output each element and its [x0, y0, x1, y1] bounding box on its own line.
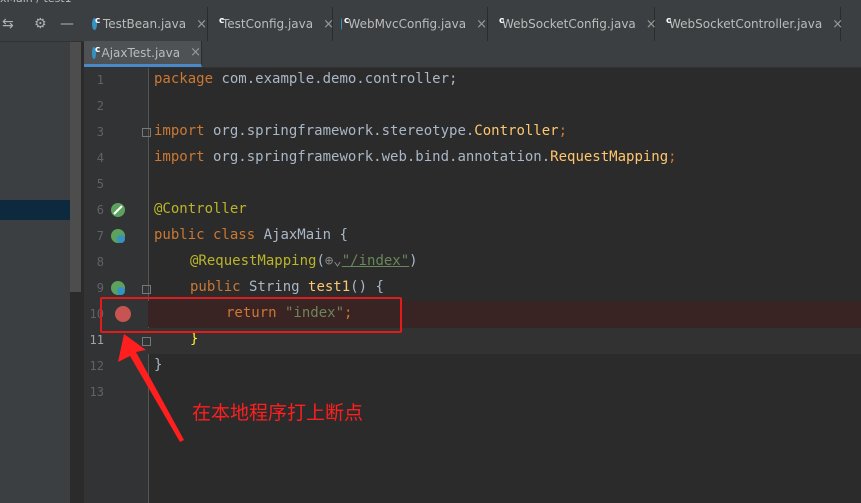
- code-line-3[interactable]: import org.springframework.stereotype.Co…: [154, 123, 567, 139]
- breadcrumb-item[interactable]: xMain: [0, 0, 33, 5]
- line-number: 11: [89, 333, 104, 347]
- tab-testbean[interactable]: TestBean.java ×: [84, 7, 208, 41]
- code-text: org.springframework.web.bind.annotation.: [204, 149, 551, 165]
- class-icon: [341, 16, 353, 30]
- tab-webmvcconfig[interactable]: WebMvcConfig.java ×: [333, 7, 488, 41]
- method-name: test1: [308, 279, 351, 295]
- line-number: 3: [96, 125, 104, 139]
- code-text: ;: [668, 149, 677, 165]
- project-panel: [0, 42, 81, 503]
- minimize-icon[interactable]: —: [60, 16, 74, 32]
- editor-tabs-row1: TestBean.java× TestConfig.java× WebMvcCo…: [84, 7, 861, 42]
- line-number: 6: [96, 203, 104, 217]
- close-icon[interactable]: ×: [476, 17, 487, 32]
- keyword: public: [190, 279, 241, 295]
- tab-label: TestBean.java: [102, 17, 187, 31]
- code-text: () {: [350, 279, 384, 295]
- project-toolbar: ⇆ ⚙ —: [0, 7, 84, 42]
- line-number: 13: [89, 385, 104, 399]
- string-literal: "/index": [341, 253, 410, 269]
- spring-bean-icon[interactable]: [110, 228, 126, 244]
- tab-websocketcontroller[interactable]: WebSocketController.java ×: [655, 7, 843, 41]
- tab-label: WebMvcConfig.java: [348, 17, 467, 31]
- class-name: Controller: [474, 123, 559, 139]
- close-icon[interactable]: ×: [832, 17, 843, 32]
- line-number: 9: [96, 281, 104, 295]
- line-number: 4: [96, 151, 104, 165]
- tab-ajaxtest[interactable]: AjaxTest.java ×: [84, 41, 202, 67]
- code-line-11[interactable]: }: [190, 331, 198, 347]
- code-text: ): [409, 253, 418, 269]
- line-number: 8: [96, 255, 104, 269]
- tab-label: AjaxTest.java: [101, 45, 181, 60]
- selected-tree-row[interactable]: [0, 200, 81, 220]
- code-line-4[interactable]: import org.springframework.web.bind.anno…: [154, 149, 677, 165]
- code-line-6[interactable]: @Controller: [154, 201, 247, 217]
- tab-testconfig[interactable]: TestConfig.java ×: [208, 7, 334, 41]
- code-text: (: [316, 253, 325, 269]
- line-number: 7: [96, 229, 104, 243]
- keyword: import: [154, 149, 205, 165]
- tab-label: WebSocketController.java: [669, 17, 823, 31]
- keyword: public class: [154, 227, 256, 243]
- code-line-7[interactable]: public class AjaxMain {: [154, 227, 348, 243]
- line-number: 1: [96, 73, 104, 87]
- keyword: package: [154, 71, 214, 87]
- tab-websocketconfig[interactable]: WebSocketConfig.java ×: [488, 7, 657, 41]
- code-text: AjaxMain {: [255, 227, 348, 243]
- tab-label: WebSocketConfig.java: [502, 17, 636, 31]
- code-line-1[interactable]: package com.example.demo.controller;: [154, 71, 457, 87]
- fold-icon[interactable]: [142, 285, 151, 294]
- code-text: }: [190, 331, 199, 347]
- close-icon[interactable]: ×: [190, 45, 201, 60]
- code-line-8[interactable]: @RequestMapping(⊕⌄"/index"): [190, 253, 418, 269]
- class-icon: [92, 16, 100, 30]
- breadcrumb-item[interactable]: test1: [43, 0, 71, 5]
- close-icon[interactable]: ×: [196, 17, 207, 32]
- globe-icon[interactable]: ⊕⌄: [325, 253, 342, 269]
- code-text: ;: [558, 123, 568, 139]
- gear-icon[interactable]: ⚙: [34, 16, 47, 32]
- code-text: String: [240, 279, 309, 295]
- tab-label: TestConfig.java: [222, 17, 314, 31]
- annotation: @Controller: [154, 201, 247, 217]
- spring-mapping-icon[interactable]: [110, 280, 126, 296]
- breadcrumb-bar: xMain / test1: [0, 0, 861, 7]
- fold-icon[interactable]: [142, 128, 151, 137]
- editor-tabs-row2: AjaxTest.java ×: [84, 41, 861, 68]
- code-text: com.example.demo.controller;: [213, 71, 458, 87]
- code-text: org.springframework.stereotype.: [204, 123, 475, 139]
- class-name: RequestMapping: [550, 149, 669, 165]
- code-line-9[interactable]: public String test1() {: [190, 279, 384, 295]
- line-number: 5: [96, 177, 104, 191]
- panel-scrollbar[interactable]: [70, 42, 81, 292]
- spring-bean-icon[interactable]: [110, 202, 126, 218]
- line-number: 2: [96, 99, 104, 113]
- annotation-box: [100, 297, 402, 333]
- collapse-icon[interactable]: ⇆: [2, 16, 14, 32]
- annotation-arrow: [118, 334, 184, 442]
- line-number: 12: [89, 359, 104, 373]
- keyword: import: [154, 123, 205, 139]
- class-icon: [92, 45, 99, 59]
- annotation: @RequestMapping: [190, 253, 317, 269]
- annotation-text: 在本地程序打上断点: [192, 402, 364, 424]
